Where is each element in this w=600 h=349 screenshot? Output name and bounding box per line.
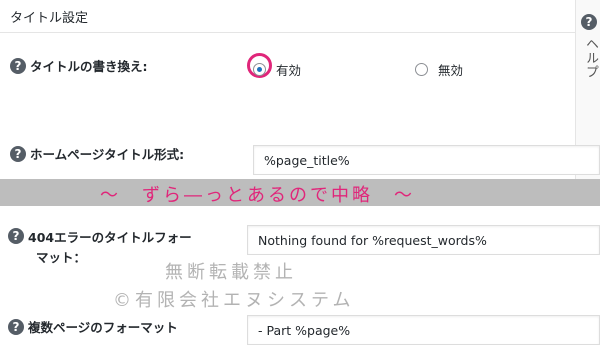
radio-disabled-label[interactable]: 無効 <box>438 60 463 79</box>
watermark-line1: 無断転載禁止 <box>165 262 297 283</box>
help-question-icon[interactable]: ? <box>10 58 26 74</box>
radio-enabled[interactable]: 有効 <box>253 60 301 79</box>
home-title-format-label: ? ホームページタイトル形式: <box>10 146 184 164</box>
error404-format-input[interactable]: Nothing found for %request_words% <box>247 225 600 255</box>
panel-header: タイトル設定 <box>0 0 575 33</box>
error404-label-line1: 404エラーのタイトルフォー <box>28 230 192 245</box>
home-title-format-label-text: ホームページタイトル形式: <box>30 147 185 162</box>
radio-enabled-label[interactable]: 有効 <box>276 60 301 79</box>
radio-button-enabled[interactable] <box>253 63 266 76</box>
paged-format-label: ? 複数ページのフォーマット <box>8 319 178 337</box>
title-rewrite-label: ? タイトルの書き換え: <box>10 58 148 76</box>
home-title-format-input[interactable]: %page_title% <box>253 145 600 175</box>
help-question-icon[interactable]: ? <box>10 146 26 162</box>
watermark-line2: ©有限会社エヌシステム <box>113 290 355 311</box>
paged-format-input[interactable]: - Part %page% <box>247 315 600 345</box>
help-label[interactable]: ヘルプ <box>581 37 600 79</box>
radio-disabled[interactable]: 無効 <box>415 60 463 79</box>
omission-banner-text: ～ ずら―っとあるので中略 ～ <box>100 185 415 206</box>
radio-button-disabled[interactable] <box>415 63 428 76</box>
settings-panel: タイトル設定 ? ヘルプ ? タイトルの書き換え: 有効 無効 ? ホームページ… <box>0 0 600 349</box>
title-rewrite-label-text: タイトルの書き換え: <box>30 59 148 74</box>
error404-label-line2: マット： <box>36 250 87 265</box>
help-question-icon[interactable]: ? <box>581 14 597 30</box>
panel-title: タイトル設定 <box>10 11 89 26</box>
help-question-icon[interactable]: ? <box>8 319 24 335</box>
paged-format-label-text: 複数ページのフォーマット <box>28 320 178 335</box>
help-question-icon[interactable]: ? <box>8 228 24 244</box>
